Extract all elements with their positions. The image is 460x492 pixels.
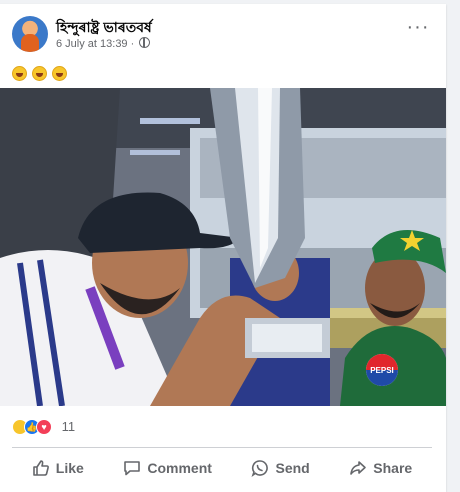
more-options-button[interactable]: ··· xyxy=(404,17,432,44)
globe-icon xyxy=(139,37,151,48)
laugh-emoji xyxy=(51,65,67,81)
send-button[interactable]: Send xyxy=(241,453,319,483)
post-caption xyxy=(12,64,68,82)
avatar[interactable] xyxy=(12,16,48,52)
meta-separator: · xyxy=(130,38,135,50)
share-label: Share xyxy=(373,460,413,476)
comment-icon xyxy=(124,461,141,476)
post-meta: 6 July at 13:39 · xyxy=(56,37,151,50)
love-reaction-icon: ♥ xyxy=(36,418,52,435)
reaction-count: 11 xyxy=(61,419,76,435)
share-icon xyxy=(350,461,367,475)
send-label: Send xyxy=(275,460,310,476)
share-button[interactable]: Share xyxy=(339,453,422,483)
comment-button[interactable]: Comment xyxy=(113,453,222,483)
post-photo[interactable]: PEPSI xyxy=(0,88,446,406)
thumbs-up-icon xyxy=(32,460,49,476)
divider xyxy=(12,447,432,448)
jersey-text: PEPSI xyxy=(370,366,394,375)
post-timestamp[interactable]: 6 July at 13:39 xyxy=(56,38,128,50)
post-actions: Like Comment Send Share xyxy=(12,450,432,486)
comment-label: Comment xyxy=(147,460,212,476)
like-label: Like xyxy=(55,460,84,476)
post-header: হিন্দুৰাষ্ট্ৰ ভাৰতবৰ্ষ 6 July at 13:39 ·… xyxy=(0,4,446,58)
post-card: হিন্দুৰাষ্ট্ৰ ভাৰতবৰ্ষ 6 July at 13:39 ·… xyxy=(0,4,446,492)
whatsapp-icon xyxy=(251,460,269,477)
like-button[interactable]: Like xyxy=(22,453,94,483)
laugh-emoji xyxy=(31,65,47,81)
reaction-summary[interactable]: 👍 ♥ 11 xyxy=(12,418,75,438)
laugh-emoji xyxy=(12,65,27,81)
